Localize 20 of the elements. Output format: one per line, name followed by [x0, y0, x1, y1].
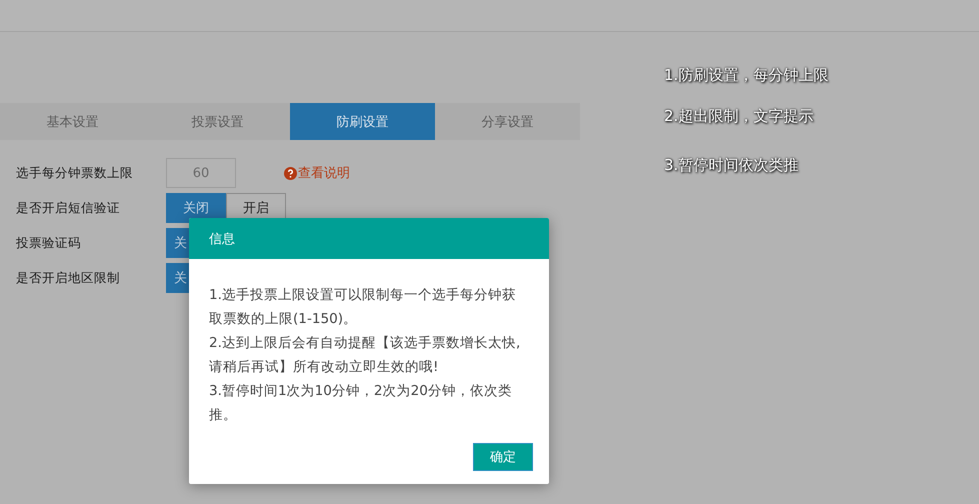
annotation-text: 2.超出限制，文字提示: [664, 107, 814, 126]
confirm-button[interactable]: 确定: [473, 443, 533, 471]
dialog-paragraph: 2.达到上限后会有自动提醒【该选手票数增长太快,请稍后再试】所有改动立即生效的哦!: [209, 334, 522, 377]
field-label: 投票验证码: [16, 234, 82, 252]
tab[interactable]: 分享设置: [435, 103, 580, 140]
help-link[interactable]: 查看说明: [284, 164, 350, 182]
tab[interactable]: 投票设置: [145, 103, 290, 140]
annotation-text: 1.防刷设置，每分钟上限: [664, 66, 828, 85]
tab[interactable]: 防刷设置: [290, 103, 435, 140]
dialog-paragraph: 1.选手投票上限设置可以限制每一个选手每分钟获取票数的上限(1-150)。: [209, 286, 517, 329]
input-field[interactable]: 60: [166, 158, 236, 188]
field-label: 是否开启地区限制: [16, 270, 121, 286]
field-label: 是否开启短信验证: [16, 200, 121, 216]
question-icon: [284, 166, 297, 180]
annotation-text: 3.暂停时间依次类推: [664, 156, 798, 175]
toggle-option[interactable]: 关闭: [166, 193, 226, 223]
dialog-title: 信息: [189, 218, 549, 259]
tab[interactable]: 基本设置: [0, 103, 145, 140]
dialog-paragraph: 3.暂停时间1次为10分钟，2次为20分钟，依次类推。: [209, 382, 513, 425]
field-label: 选手每分钟票数上限: [16, 164, 134, 182]
